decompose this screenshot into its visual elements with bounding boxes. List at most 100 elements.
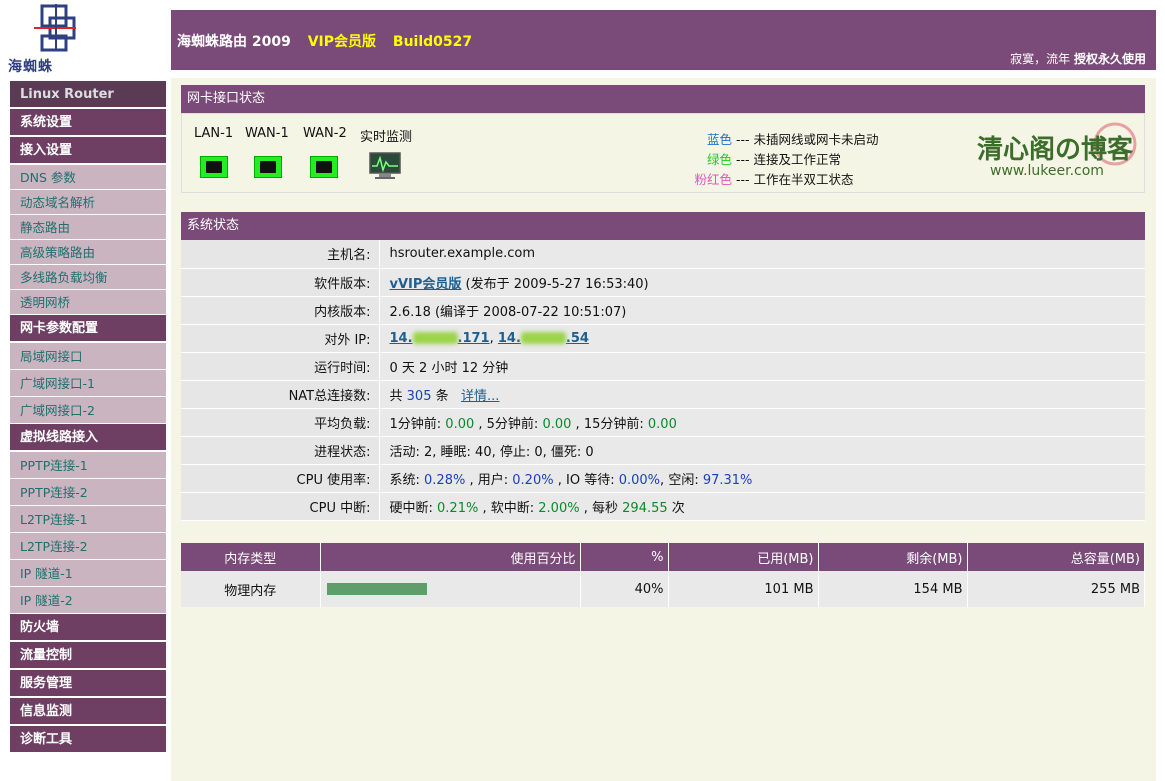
ip2-prefix: 14. [497,330,521,346]
legend-pink: 粉红色 --- 工作在半双工状态 [692,169,854,188]
watermark: 清心阁の博客 www.lukeer.com [972,119,1142,185]
load-1-value: 0.00 [445,416,475,432]
sidebar-item[interactable]: IP 隧道-1 [10,560,166,587]
col-header-percent: % [580,543,669,571]
sidebar-section-1[interactable]: 系统设置 [10,109,166,137]
table-row: 进程状态: 活动: 2, 睡眠: 40, 停止: 0, 僵死: 0 [181,436,1145,465]
nic-panel-title: 网卡接口状态 [181,85,1145,113]
sidebar-section-8[interactable]: 信息监测 [10,698,166,726]
col-header-usage: 使用百分比 [320,543,581,571]
ethernet-port-icon-wan1[interactable] [254,156,282,178]
load-5-value: 0.00 [542,416,572,432]
load-1-label: 1分钟前: [389,416,442,432]
software-label: 软件版本: [181,268,380,297]
ethernet-port-icon-lan1[interactable] [200,156,228,178]
nat-label: NAT总连接数: [181,380,380,409]
software-version-link[interactable]: vVIP会员版 [390,277,462,292]
ip1-prefix: 14. [389,330,413,346]
memory-total: 255 MB [967,571,1145,607]
uptime-value: 0 天 2 小时 12 分钟 [379,352,1145,381]
load-value: 1分钟前: 0.00 , 5分钟前: 0.00 , 15分钟前: 0.00 [379,408,1145,437]
app-title: 海蜘蛛路由 2009 VIP会员版 Build0527 [177,31,472,51]
sidebar-item[interactable]: 动态域名解析 [10,190,166,215]
uptime-label: 运行时间: [181,352,380,381]
sidebar-item[interactable]: 局域网接口 [10,343,166,370]
irq-value: 硬中断: 0.21% , 软中断: 2.00% , 每秒 294.55 次 [379,492,1145,521]
legend-dash: --- [736,172,750,187]
irq-hard-value: 0.21% [437,500,479,516]
sidebar-item[interactable]: 高级策略路由 [10,240,166,265]
irq-hard-label: 硬中断: [389,500,433,516]
sidebar-item[interactable]: IP 隧道-2 [10,587,166,614]
main-content: 网卡接口状态 LAN-1 WAN-1 WAN-2 实时监测 蓝色 --- 未插网线… [171,78,1156,781]
port-label-lan1: LAN-1 [194,126,234,141]
memory-used: 101 MB [668,571,819,607]
legend-color-name: 粉红色 [694,172,732,187]
table-row: 内核版本: 2.6.18 (编译于 2008-07-22 10:51:07) [181,296,1145,325]
monitor-icon[interactable] [369,152,401,180]
table-row: 运行时间: 0 天 2 小时 12 分钟 [181,352,1145,381]
sidebar-item[interactable]: DNS 参数 [10,165,166,190]
watermark-title: 清心阁の博客 [977,135,1134,165]
sidebar-section-3[interactable]: 网卡参数配置 [10,315,166,343]
memory-usage-track [325,583,575,595]
ethernet-port-icon-wan2[interactable] [310,156,338,178]
watermark-url: www.lukeer.com [990,163,1104,179]
logo-icon [34,4,76,52]
legend-desc: 工作在半双工状态 [753,172,854,187]
sidebar-section-6[interactable]: 流量控制 [10,642,166,670]
sidebar-item[interactable]: L2TP连接-1 [10,506,166,533]
memory-usage-cell [320,571,581,607]
sidebar-item[interactable]: 静态路由 [10,215,166,240]
sidebar-item[interactable]: 广域网接口-1 [10,370,166,397]
sidebar-section-9[interactable]: 诊断工具 [10,726,166,754]
sidebar-section-7[interactable]: 服务管理 [10,670,166,698]
cpu-user-label: 用户: [477,472,509,488]
table-row: 平均负载: 1分钟前: 0.00 , 5分钟前: 0.00 , 15分钟前: 0… [181,408,1145,437]
sidebar-section-0[interactable]: Linux Router [10,81,166,109]
software-value: vVIP会员版 (发布于 2009-5-27 16:53:40) [379,268,1145,297]
kernel-value: 2.6.18 (编译于 2008-07-22 10:51:07) [379,296,1145,325]
sidebar-item[interactable]: 多线路负载均衡 [10,265,166,290]
hostname-label: 主机名: [181,240,380,269]
port-label-wan1: WAN-1 [245,126,289,141]
sidebar-section-5[interactable]: 防火墙 [10,614,166,642]
cpu-idle-value: 97.31% [702,472,753,488]
ip-link-2[interactable]: 14. .54 [498,331,589,346]
hostname-value: hsrouter.example.com [379,240,1145,269]
memory-type: 物理内存 [181,571,321,607]
build-label: Build0527 [392,34,473,50]
kernel-label: 内核版本: [181,296,380,325]
sidebar-section-4[interactable]: 虚拟线路接入 [10,424,166,452]
col-header-total: 总容量(MB) [967,543,1145,571]
memory-percent: 40% [580,571,669,607]
port-label-wan2: WAN-2 [303,126,347,141]
sidebar-section-2[interactable]: 接入设置 [10,137,166,165]
cpu-user-value: 0.20% [512,472,554,488]
irq-rate-unit: 次 [671,500,685,516]
cpu-label: CPU 使用率: [181,464,380,493]
sidebar-item[interactable]: 广域网接口-2 [10,397,166,424]
ip-link-1[interactable]: 14. .171 [390,331,490,346]
col-header-free: 剩余(MB) [818,543,968,571]
legend-dash: --- [736,132,750,147]
legend-blue: 蓝色 --- 未插网线或网卡未启动 [692,129,879,148]
irq-rate-value: 294.55 [622,500,668,516]
nic-status-panel: LAN-1 WAN-1 WAN-2 实时监测 蓝色 --- 未插网线或网卡未启动 … [181,113,1145,193]
legend-color-name: 绿色 [706,152,732,167]
memory-free: 154 MB [818,571,968,607]
nat-detail-link[interactable]: 详情... [461,389,499,404]
cpu-value: 系统: 0.28% , 用户: 0.20% , IO 等待: 0.00%, 空闲… [379,464,1145,493]
nat-count: 305 [406,388,432,404]
sidebar-item[interactable]: L2TP连接-2 [10,533,166,560]
sidebar-item[interactable]: PPTP连接-2 [10,479,166,506]
logo-text: 海蜘蛛 [8,59,53,75]
sidebar-item[interactable]: 透明网桥 [10,290,166,315]
irq-rate-label: 每秒 [592,500,619,516]
table-row: 主机名: hsrouter.example.com [181,240,1145,269]
memory-header-row: 内存类型 使用百分比 % 已用(MB) 剩余(MB) 总容量(MB) [181,543,1145,571]
irq-soft-label: 软中断: [490,500,535,516]
sidebar-item[interactable]: PPTP连接-1 [10,452,166,479]
irq-soft-value: 2.00% [538,500,580,516]
table-row: NAT总连接数: 共 305 条 详情... [181,380,1145,409]
